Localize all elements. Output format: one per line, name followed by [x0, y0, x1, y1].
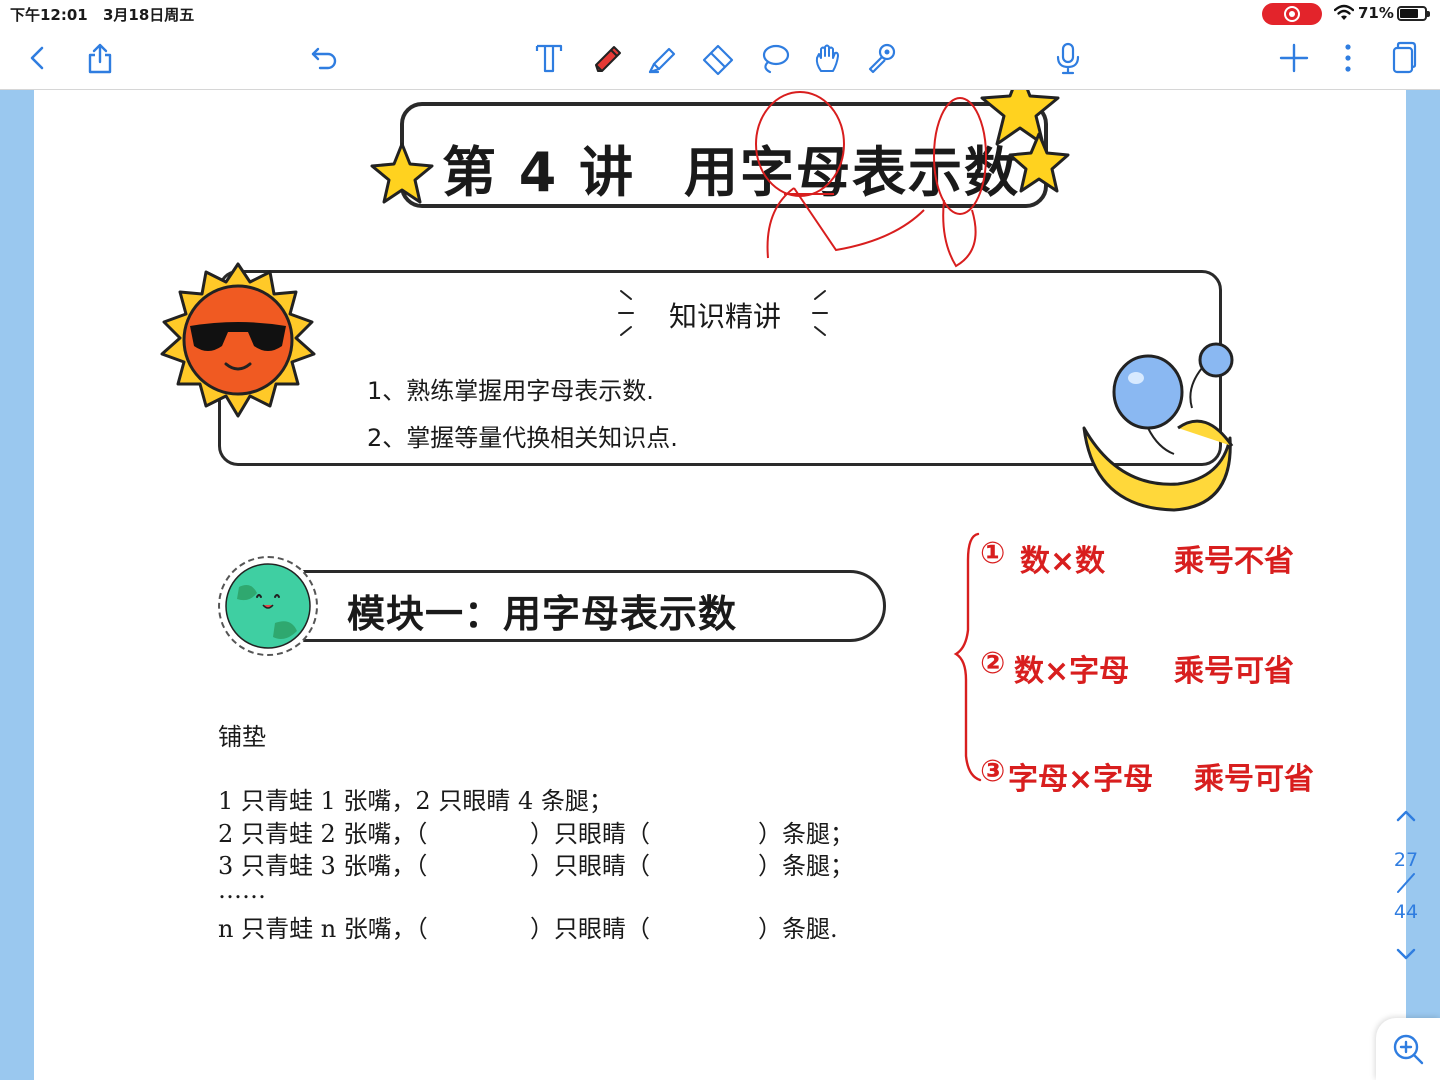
decorative-rays-right-icon [812, 290, 828, 336]
previous-page-button[interactable] [1384, 800, 1428, 830]
lasso-tool-icon [762, 44, 790, 74]
note-expression: 数×字母 [1014, 654, 1130, 689]
note-expression: 字母×字母 [1008, 762, 1154, 797]
handwritten-note: ③ 字母×字母 乘号可省 [980, 754, 1314, 797]
module-header: 模块一：用字母表示数 [264, 570, 886, 642]
zoom-in-icon [1393, 1034, 1424, 1065]
knowledge-item: 1、熟练掌握用字母表示数. [367, 377, 654, 405]
exercise-text: 1 只青蛙 1 张嘴，2 只眼睛 4 条腿； [218, 787, 613, 815]
total-pages: 44 [1393, 901, 1419, 923]
undo-button[interactable] [302, 36, 346, 80]
lasso-tool-button[interactable] [752, 36, 796, 80]
battery-icon [1397, 6, 1430, 21]
wifi-icon [1334, 4, 1354, 20]
knowledge-item: 2、掌握等量代换相关知识点. [367, 424, 678, 452]
lesson-number: 第 4 讲 [442, 141, 636, 204]
exercise-text: 2 只青蛙 2 张嘴，（ [218, 820, 428, 848]
handwritten-note: ② 数×字母 乘号可省 [980, 646, 1294, 689]
exercise-text: ）条腿； [758, 852, 854, 880]
hand-tool-icon [815, 44, 839, 72]
pen-tool-button[interactable] [585, 36, 629, 80]
note-number: ③ [980, 754, 1006, 789]
note-rule: 乘号可省 [1194, 762, 1314, 797]
zoom-button[interactable] [1376, 1018, 1440, 1080]
more-icon [1345, 44, 1351, 72]
more-button[interactable] [1326, 36, 1370, 80]
page-counter: 27 44 [1382, 848, 1430, 924]
add-page-icon [1279, 43, 1309, 73]
laser-pointer-icon [868, 43, 896, 74]
module-title: 模块一：用字母表示数 [347, 592, 738, 636]
pages-icon [1392, 41, 1417, 74]
exercise-text: ）条腿. [758, 915, 838, 943]
note-number: ① [980, 536, 1006, 571]
eraser-tool-icon [702, 44, 734, 76]
document-page[interactable]: 第 4 讲 用字母表示数 知识精讲 1、熟练掌握用字母表示数. 2、掌握等量代换… [34, 90, 1406, 1080]
add-page-button[interactable] [1272, 36, 1316, 80]
text-tool-icon [535, 44, 563, 73]
hand-tool-button[interactable] [806, 36, 850, 80]
note-rule: 乘号不省 [1174, 544, 1294, 579]
next-page-button[interactable] [1384, 940, 1428, 970]
highlighter-tool-icon [648, 47, 676, 74]
handwritten-note: ① 数×数 乘号不省 [980, 536, 1294, 579]
exercise-text: ）只眼睛（ [530, 915, 650, 943]
laser-pointer-button[interactable] [860, 36, 904, 80]
eraser-tool-button[interactable] [696, 36, 740, 80]
status-bar: 下午12:01 3月18日周五 71% [0, 0, 1440, 28]
text-tool-button[interactable] [527, 36, 571, 80]
star-icon [370, 142, 434, 204]
record-icon [1284, 6, 1300, 22]
moon-balloon-icon [1082, 342, 1234, 512]
page-separator-slash [1397, 873, 1415, 893]
earth-face-icon [225, 563, 311, 649]
handwritten-brace [953, 532, 982, 782]
handwritten-annotation-loops [755, 91, 987, 268]
pen-tool-icon [595, 46, 621, 72]
earth-icon [218, 556, 318, 656]
toolbar [0, 28, 1440, 90]
exercise-text: n 只青蛙 n 张嘴，（ [218, 915, 428, 943]
exercise-text: ）只眼睛（ [530, 852, 650, 880]
note-number: ② [980, 646, 1006, 681]
highlighter-tool-button[interactable] [640, 36, 684, 80]
exercise-text: ）条腿； [758, 820, 854, 848]
status-time: 下午12:01 [10, 6, 88, 24]
exercise-text: ）只眼睛（ [530, 820, 650, 848]
sun-sunglasses-icon [160, 262, 316, 418]
knowledge-section: 知识精讲 1、熟练掌握用字母表示数. 2、掌握等量代换相关知识点. [218, 270, 1222, 466]
pages-button[interactable] [1380, 36, 1424, 80]
current-page: 27 [1393, 849, 1419, 871]
share-button[interactable] [78, 36, 122, 80]
status-date: 3月18日周五 [103, 6, 195, 24]
back-icon [30, 46, 44, 70]
share-icon [88, 43, 112, 74]
battery-percentage: 71% [1358, 4, 1394, 22]
knowledge-heading: 知识精讲 [669, 300, 782, 333]
chevron-down-icon [1396, 948, 1416, 960]
screen-recording-indicator[interactable] [1262, 3, 1322, 25]
exercise-text: …… [218, 876, 266, 904]
chevron-up-icon [1396, 810, 1416, 822]
decorative-rays-left-icon [618, 290, 634, 336]
note-rule: 乘号可省 [1174, 654, 1294, 689]
microphone-button[interactable] [1046, 36, 1090, 80]
back-button[interactable] [16, 36, 60, 80]
microphone-icon [1056, 42, 1080, 75]
note-expression: 数×数 [1020, 544, 1106, 579]
undo-icon [311, 47, 337, 70]
exercise-subheading: 铺垫 [218, 723, 266, 751]
